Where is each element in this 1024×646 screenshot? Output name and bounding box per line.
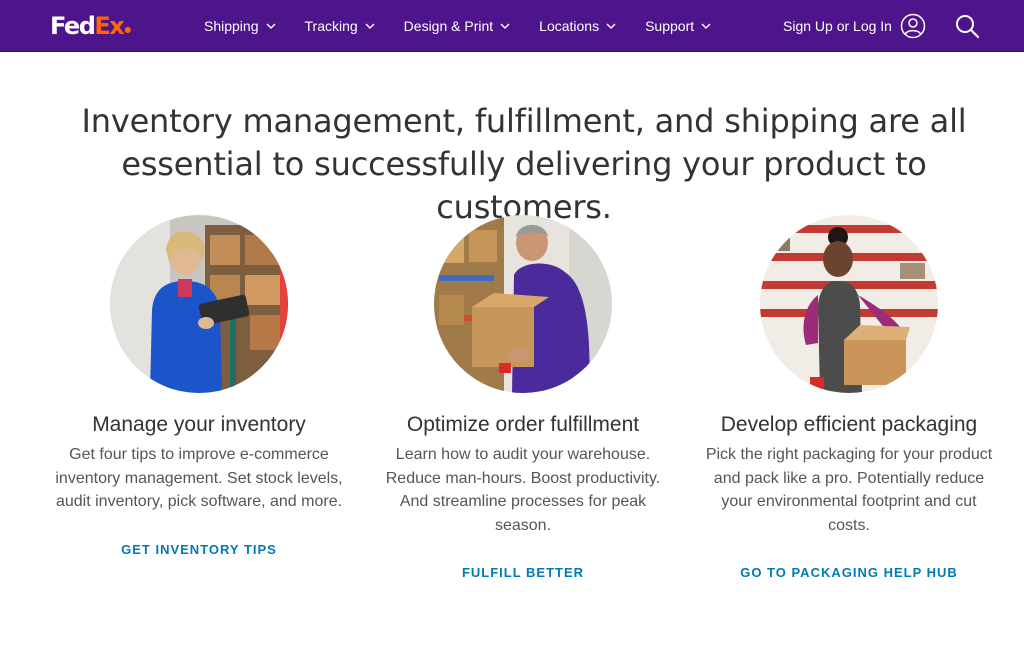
user-icon bbox=[900, 13, 926, 39]
woman-with-tablet-image bbox=[110, 215, 288, 393]
woman-packing-box-image bbox=[760, 215, 938, 393]
nav-locations[interactable]: Locations bbox=[539, 18, 617, 34]
card-description: Learn how to audit your warehouse. Reduc… bbox=[385, 446, 661, 534]
packaging-help-hub-link[interactable]: GO TO PACKAGING HELP HUB bbox=[689, 565, 1009, 580]
nav-tracking[interactable]: Tracking bbox=[305, 18, 376, 34]
nav-design-print[interactable]: Design & Print bbox=[404, 18, 511, 34]
card-title: Optimize order fulfillment bbox=[406, 413, 640, 436]
main-nav: Shipping Tracking Design & Print Locatio… bbox=[204, 0, 740, 52]
card-title: Develop efficient packaging bbox=[720, 413, 978, 436]
chevron-down-icon bbox=[266, 23, 275, 29]
chevron-down-icon bbox=[365, 23, 375, 29]
logo-dot: ● bbox=[124, 25, 132, 34]
chevron-down-icon bbox=[701, 23, 711, 29]
card-order-fulfillment: Optimize order fulfillment Learn how to … bbox=[363, 215, 683, 580]
card-efficient-packaging: Develop efficient packaging Pick the rig… bbox=[689, 215, 1009, 580]
chevron-down-icon bbox=[500, 23, 510, 29]
top-nav-bar: FedEx● Shipping Tracking Design & Print … bbox=[0, 0, 1024, 52]
fedex-logo[interactable]: FedEx● bbox=[50, 12, 131, 40]
card-description: Pick the right packaging for your produc… bbox=[705, 446, 993, 534]
sign-in-link[interactable]: Sign Up or Log In bbox=[783, 0, 926, 52]
card-title: Manage your inventory bbox=[92, 413, 306, 436]
chevron-down-icon bbox=[606, 23, 616, 29]
man-packing-box-image bbox=[434, 215, 612, 393]
fulfill-better-link[interactable]: FULFILL BETTER bbox=[363, 565, 683, 580]
nav-support[interactable]: Support bbox=[645, 18, 712, 34]
headline-line-1: Inventory management, fulfillment, and s… bbox=[81, 102, 967, 140]
get-inventory-tips-link[interactable]: GET INVENTORY TIPS bbox=[39, 542, 359, 557]
card-description: Get four tips to improve e-commerce inve… bbox=[55, 446, 343, 510]
nav-shipping[interactable]: Shipping bbox=[204, 18, 277, 34]
search-icon[interactable] bbox=[954, 13, 980, 39]
page-headline: Inventory management, fulfillment, and s… bbox=[40, 100, 1008, 229]
card-manage-inventory: Manage your inventory Get four tips to i… bbox=[39, 215, 359, 557]
